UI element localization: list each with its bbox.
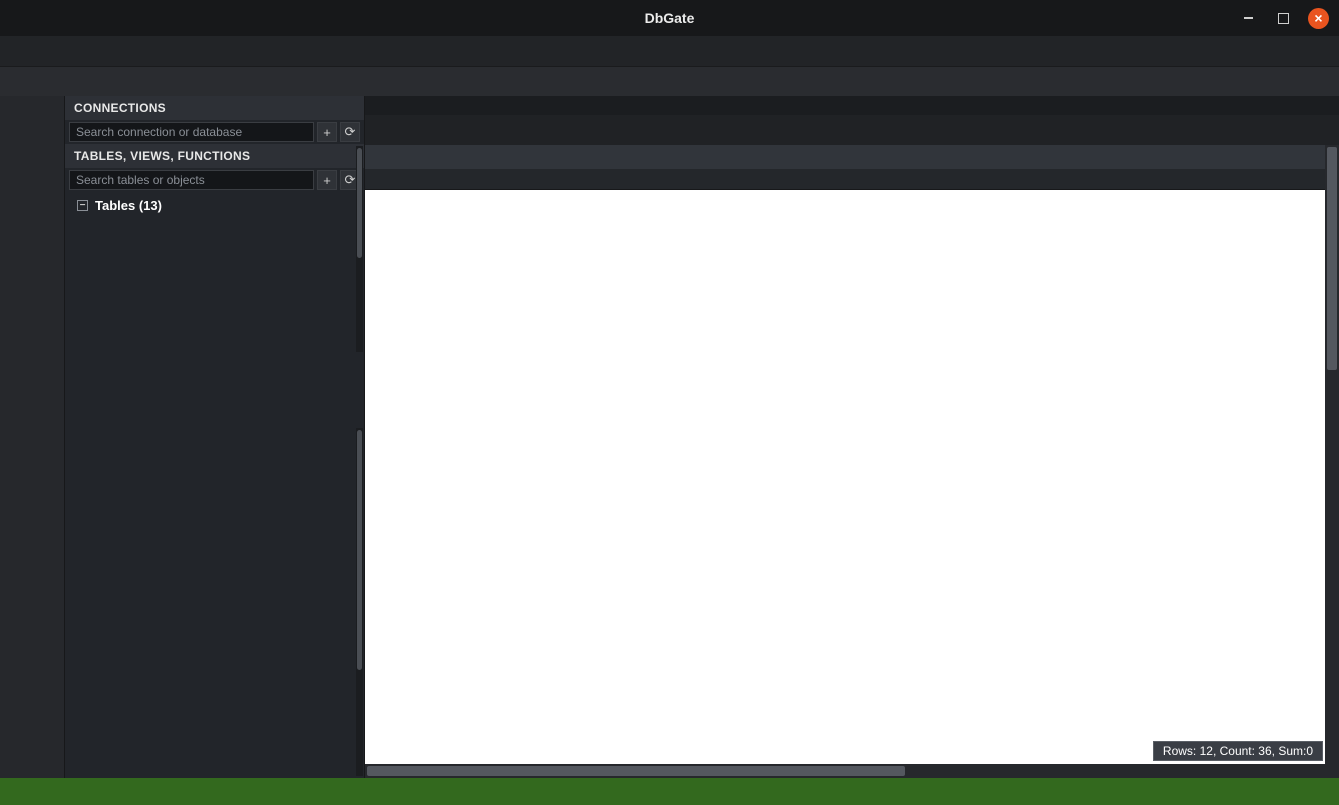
tables-group-row[interactable]: − Tables (13) [65, 192, 364, 218]
titlebar: DbGate × [0, 0, 1339, 36]
window-title: DbGate [645, 10, 695, 26]
tab-bar [365, 115, 1339, 145]
maximize-button[interactable] [1273, 8, 1294, 29]
tables-scrollbar-thumb[interactable] [357, 430, 362, 670]
grid-scroll-area [365, 145, 1325, 764]
vertical-scrollbar [1325, 145, 1339, 764]
tab-group-bar [365, 96, 1339, 115]
tables-group-label: Tables (13) [95, 198, 162, 213]
refresh-connections-button[interactable]: ⟳ [340, 122, 360, 142]
add-connection-button[interactable]: + [317, 122, 337, 142]
connections-search-row: + ⟳ [65, 120, 364, 144]
data-grid: Rows: 12, Count: 36, Sum:0 [365, 145, 1339, 778]
icon-rail [0, 96, 64, 778]
selection-summary-badge: Rows: 12, Count: 36, Sum:0 [1153, 741, 1323, 761]
window-controls: × [1238, 8, 1329, 29]
tables-search-row: + ⟳ [65, 168, 364, 192]
tables-search-input[interactable] [69, 170, 314, 190]
app-body: CONNECTIONS + ⟳ TABLES, VIEWS, FUNCTIONS… [0, 96, 1339, 778]
sidebar: CONNECTIONS + ⟳ TABLES, VIEWS, FUNCTIONS… [64, 96, 364, 778]
horizontal-scrollbar [365, 764, 1325, 778]
main-area: Rows: 12, Count: 36, Sum:0 [364, 96, 1339, 778]
connections-scrollbar-thumb[interactable] [357, 148, 362, 258]
app-window: DbGate × CONNECTIONS + ⟳ TABLES, VIEWS, … [0, 0, 1339, 805]
close-button[interactable]: × [1308, 8, 1329, 29]
connections-scrollbar [356, 146, 363, 352]
minimize-button[interactable] [1238, 8, 1259, 29]
connections-search-input[interactable] [69, 122, 314, 142]
scrollbar-corner [1325, 764, 1339, 778]
statusbar [0, 778, 1339, 805]
menubar [0, 36, 1339, 66]
collapse-icon[interactable]: − [77, 200, 88, 211]
grid-header-row [365, 145, 1325, 169]
grid-filter-row [365, 169, 1325, 190]
vertical-scrollbar-thumb[interactable] [1327, 147, 1337, 370]
add-table-button[interactable]: + [317, 170, 337, 190]
horizontal-scrollbar-thumb[interactable] [367, 766, 905, 776]
tables-header: TABLES, VIEWS, FUNCTIONS [65, 144, 364, 168]
tables-scrollbar [356, 428, 363, 776]
toolbar [0, 66, 1339, 96]
connections-header: CONNECTIONS [65, 96, 364, 120]
